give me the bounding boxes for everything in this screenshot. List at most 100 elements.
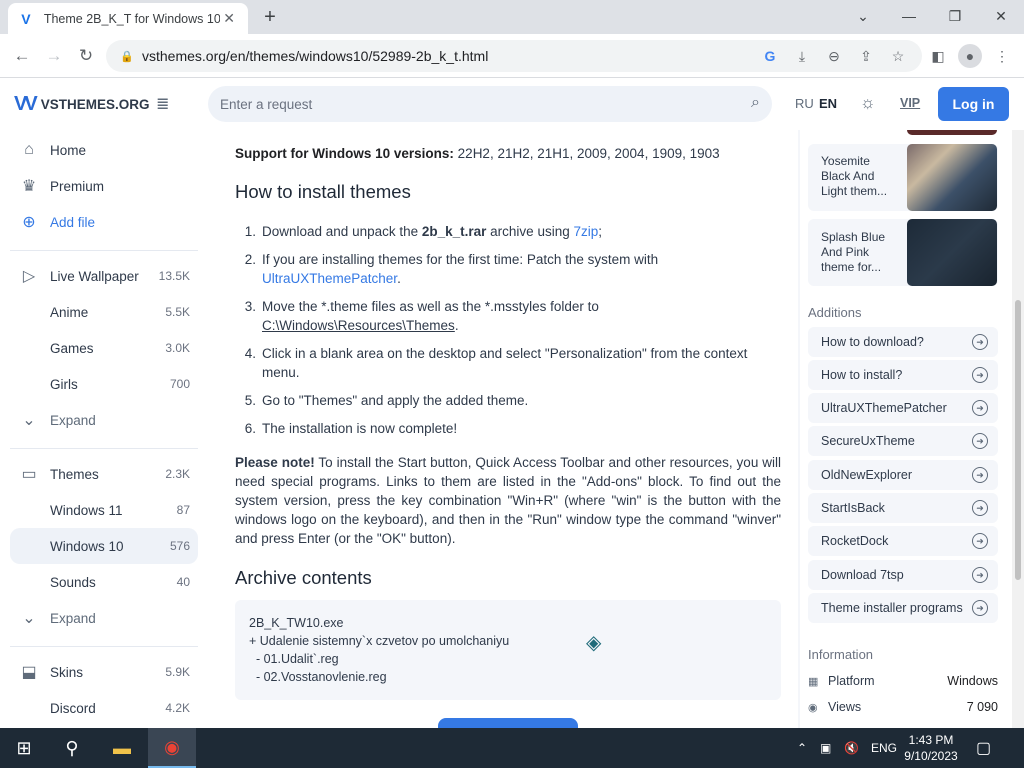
download-button[interactable] xyxy=(438,718,578,728)
sidebar-count: 5.5K xyxy=(165,305,190,319)
sidebar-item-girls[interactable]: Girls 700 xyxy=(10,366,198,402)
related-theme-card[interactable]: Splash Blue And Pink theme for... xyxy=(808,219,998,286)
sidebar-item-discord[interactable]: Discord 4.2K xyxy=(10,690,198,726)
archive-heading: Archive contents xyxy=(235,567,372,588)
step-text: . xyxy=(454,318,459,333)
system-clock[interactable]: 1:43 PM 9/10/2023 xyxy=(898,732,964,764)
chevron-down-icon: ⌄ xyxy=(22,412,36,429)
addition-label: StartIsBack xyxy=(821,501,885,515)
sidebar-expand-themes[interactable]: ⌄ Expand xyxy=(10,600,198,636)
start-button[interactable]: ⊞ xyxy=(0,728,48,768)
sidebar-count: 2.3K xyxy=(165,467,190,481)
close-tab-icon[interactable]: ✕ xyxy=(220,10,238,27)
share-icon[interactable]: ⇪ xyxy=(856,46,876,66)
step-text: The installation is now complete! xyxy=(262,421,458,436)
addition-label: Download 7tsp xyxy=(821,568,904,582)
scrollbar-thumb[interactable] xyxy=(1015,300,1021,580)
arrow-right-circle-icon: ➜ xyxy=(972,600,988,616)
search-taskbar-icon[interactable]: ⚲ xyxy=(48,728,96,768)
sidebar-item-home[interactable]: ⌂ Home xyxy=(10,132,198,168)
back-button[interactable]: ← xyxy=(8,42,36,70)
browser-toolbar: ← → ↻ 🔒 vsthemes.org/en/themes/windows10… xyxy=(0,34,1024,78)
list-item: 1. Download and unpack the 2b_k_t.rar ar… xyxy=(244,224,602,239)
addition-link[interactable]: StartIsBack ➜ xyxy=(808,493,998,523)
addition-link[interactable]: Theme installer programs ➜ xyxy=(808,593,998,623)
chrome-taskbar-icon[interactable]: ◉ xyxy=(148,728,196,768)
side-panel-icon[interactable]: ◧ xyxy=(926,44,950,68)
play-square-icon: ▷ xyxy=(22,268,36,285)
grid-icon: ▦ xyxy=(808,675,819,688)
sidebar-item-windows10[interactable]: Windows 10 576 xyxy=(10,528,198,564)
notifications-icon[interactable]: ▢ xyxy=(976,728,991,768)
archive-contents: 2B_K_TW10.exe + Udalenie sistemny`x czve… xyxy=(235,600,781,700)
info-value: 7 090 xyxy=(966,700,998,714)
google-lens-icon[interactable]: G xyxy=(760,46,780,66)
install-app-icon[interactable]: ⤓ xyxy=(792,46,812,66)
search-input[interactable] xyxy=(208,86,772,122)
theme-toggle-sun-icon[interactable]: ☼ xyxy=(860,93,876,113)
sidebar-label: Home xyxy=(50,142,87,158)
browser-menu-icon[interactable]: ⋮ xyxy=(990,44,1014,68)
addition-link[interactable]: RocketDock ➜ xyxy=(808,526,998,556)
bookmark-star-icon[interactable]: ☆ xyxy=(888,46,908,66)
additions-heading: Additions xyxy=(808,305,862,320)
logo-text: VSTHEMES.ORG xyxy=(40,97,150,112)
mouse-cursor-icon: ◈ xyxy=(586,632,602,654)
related-theme-title: Splash Blue And Pink theme for... xyxy=(821,230,886,274)
lang-en-button[interactable]: EN xyxy=(819,96,837,111)
step-text: If you are installing themes for the fir… xyxy=(262,252,659,267)
language-indicator[interactable]: ENG xyxy=(871,728,897,768)
profile-avatar-icon[interactable]: ● xyxy=(958,44,982,68)
minimize-button[interactable]: — xyxy=(886,0,932,32)
sidebar-label: Premium xyxy=(50,178,105,194)
page-scrollbar[interactable] xyxy=(1012,130,1024,728)
restore-button[interactable]: ❐ xyxy=(932,0,978,32)
sidebar-label: Expand xyxy=(50,610,96,626)
lock-icon: 🔒 xyxy=(120,51,134,63)
related-theme-card[interactable]: Yosemite Black And Light them... xyxy=(808,144,998,211)
sidebar-item-windows11[interactable]: Windows 11 87 xyxy=(10,492,198,528)
addition-link[interactable]: SecureUxTheme ➜ xyxy=(808,426,998,456)
show-hidden-icons[interactable]: ⌃ xyxy=(797,728,807,768)
sidebar-expand-wallpapers[interactable]: ⌄ Expand xyxy=(10,402,198,438)
addition-link[interactable]: Download 7tsp ➜ xyxy=(808,560,998,590)
sidebar-item-skins[interactable]: ⬓ Skins 5.9K xyxy=(10,654,198,690)
browser-tab[interactable]: V Theme 2B_K_T for Windows 10 D ✕ xyxy=(8,3,248,34)
addition-link[interactable]: OldNewExplorer ➜ xyxy=(808,460,998,490)
network-icon[interactable]: ▣ xyxy=(820,728,831,768)
new-tab-button[interactable]: + xyxy=(258,6,282,29)
sidebar-item-games[interactable]: Games 3.0K xyxy=(10,330,198,366)
sidebar-label: Skins xyxy=(50,664,84,680)
addition-link[interactable]: UltraUXThemePatcher ➜ xyxy=(808,393,998,423)
site-logo[interactable]: VV VSTHEMES.ORG xyxy=(14,93,149,116)
search-icon[interactable]: ⌕ xyxy=(751,94,760,112)
addition-link[interactable]: How to install? ➜ xyxy=(808,360,998,390)
forward-button[interactable]: → xyxy=(40,42,68,70)
reload-button[interactable]: ↻ xyxy=(72,42,100,70)
collapse-sidebar-icon[interactable]: ≣ xyxy=(156,94,169,114)
ultrauxthemepatcher-link[interactable]: UltraUXThemePatcher xyxy=(262,271,397,286)
sidebar-item-add-file[interactable]: ⊕ Add file xyxy=(10,204,198,240)
crown-icon: ♛ xyxy=(21,178,37,195)
sidebar-item-premium[interactable]: ♛ Premium xyxy=(10,168,198,204)
file-explorer-icon[interactable]: ▬ xyxy=(98,728,146,768)
sidebar-label: Live Wallpaper xyxy=(50,268,139,284)
sidebar-count: 87 xyxy=(176,503,190,517)
close-window-button[interactable]: ✕ xyxy=(978,0,1024,32)
sidebar-item-sounds[interactable]: Sounds 40 xyxy=(10,564,198,600)
lang-ru-button[interactable]: RU xyxy=(795,96,814,111)
addition-link[interactable]: How to download? ➜ xyxy=(808,327,998,357)
sidebar-item-themes[interactable]: ▭ Themes 2.3K xyxy=(10,456,198,492)
tab-search-icon[interactable]: ⌄ xyxy=(840,0,886,32)
volume-muted-icon[interactable]: 🔇 xyxy=(844,728,859,768)
sidebar-count: 13.5K xyxy=(158,269,190,283)
sidebar-item-anime[interactable]: Anime 5.5K xyxy=(10,294,198,330)
clock-time: 1:43 PM xyxy=(908,733,954,747)
sidebar-item-live-wallpaper[interactable]: ▷ Live Wallpaper 13.5K xyxy=(10,258,198,294)
vip-link[interactable]: VIP xyxy=(900,96,920,110)
7zip-link[interactable]: 7zip xyxy=(573,224,598,239)
login-button[interactable]: Log in xyxy=(938,87,1009,121)
sidebar-count: 40 xyxy=(176,575,190,589)
sidebar-label: Games xyxy=(50,340,94,356)
zoom-icon[interactable]: ⊖ xyxy=(824,46,844,66)
